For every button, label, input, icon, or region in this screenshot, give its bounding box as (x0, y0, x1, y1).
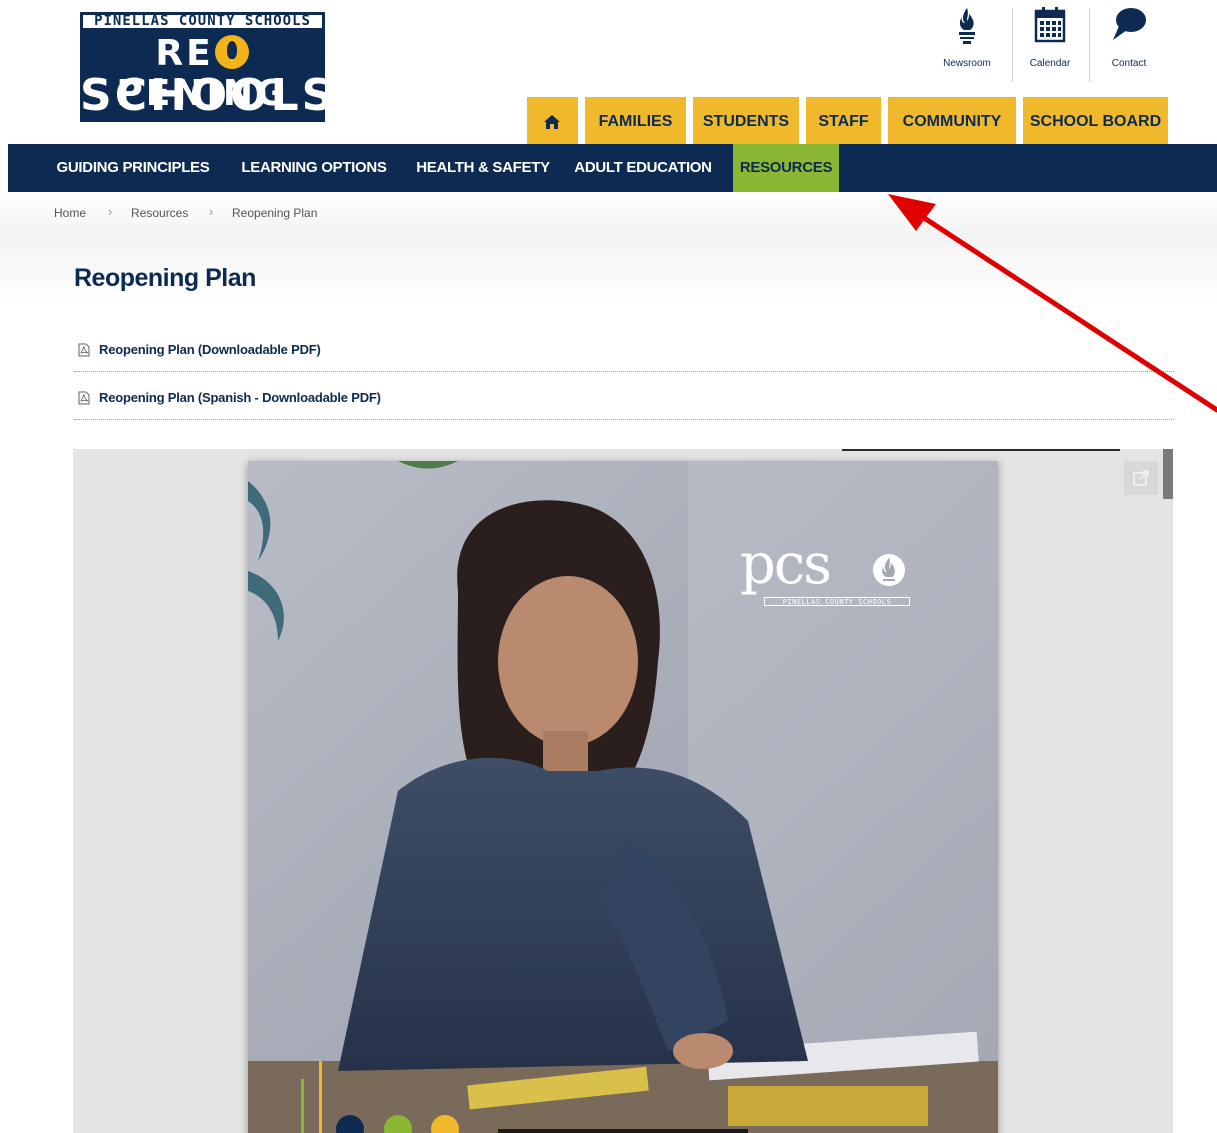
tab-families[interactable]: FAMILIES (585, 97, 686, 144)
main-navigation: GUIDING PRINCIPLES LEARNING OPTIONS HEAL… (8, 144, 1217, 192)
tab-school-board[interactable]: SCHOOL BOARD (1023, 97, 1168, 144)
logo-schools: SCHOOLS (80, 70, 337, 121)
newsroom-link[interactable]: Newsroom (931, 6, 1003, 70)
nav-resources[interactable]: RESOURCES (733, 144, 839, 192)
nav-adult-education[interactable]: ADULT EDUCATION (572, 144, 714, 192)
cover-logo-pcs: pcs (740, 532, 832, 597)
external-link-icon (1133, 470, 1149, 486)
tab-staff[interactable]: STAFF (806, 97, 881, 144)
nav-learning-options[interactable]: LEARNING OPTIONS (236, 144, 392, 192)
viewer-toolbar-edge (842, 449, 1120, 451)
nav-guiding-principles[interactable]: GUIDING PRINCIPLES (52, 144, 214, 192)
chevron-right-icon: › (209, 204, 214, 219)
pdf-icon (78, 391, 90, 405)
speech-bubble-icon (1113, 8, 1146, 40)
download-link-english[interactable]: Reopening Plan (Downloadable PDF) (74, 328, 1174, 372)
cover-logo-subtitle: PINELLAS COUNTY SCHOOLS (764, 597, 910, 606)
popout-button[interactable] (1124, 461, 1158, 495)
calendar-label: Calendar (1029, 58, 1071, 69)
logo-re: RE (155, 33, 214, 74)
breadcrumb-current: Reopening Plan (232, 206, 318, 220)
tab-students[interactable]: STUDENTS (693, 97, 799, 144)
flame-logo-icon (214, 35, 249, 69)
site-logo[interactable]: PINELLAS COUNTY SCHOOLS REPENING SCHOOLS (80, 12, 337, 122)
download-link-label[interactable]: Reopening Plan (Spanish - Downloadable P… (99, 390, 381, 405)
home-tab[interactable] (527, 97, 578, 144)
utility-divider (1089, 8, 1090, 82)
home-icon (544, 115, 560, 129)
calendar-link[interactable]: Calendar (1014, 6, 1086, 70)
pdf-cover-page: pcs PINELLAS COUNTY SCHOOLS (248, 461, 998, 1133)
nav-health-safety[interactable]: HEALTH & SAFETY (413, 144, 553, 192)
contact-link[interactable]: Contact (1093, 6, 1165, 70)
breadcrumb-home[interactable]: Home (54, 206, 86, 220)
download-link-label[interactable]: Reopening Plan (Downloadable PDF) (99, 342, 321, 357)
newsroom-label: Newsroom (943, 58, 991, 69)
utility-divider (1012, 8, 1013, 82)
page-title: Reopening Plan (74, 264, 256, 292)
cover-logo-flame-icon (873, 554, 905, 586)
contact-label: Contact (1111, 58, 1147, 69)
tab-community[interactable]: COMMUNITY (888, 97, 1016, 144)
breadcrumb-resources[interactable]: Resources (131, 206, 188, 220)
viewer-scrollbar[interactable] (1163, 449, 1173, 499)
download-link-spanish[interactable]: Reopening Plan (Spanish - Downloadable P… (74, 376, 1174, 420)
calendar-icon (1034, 7, 1066, 43)
pdf-viewer[interactable]: pcs PINELLAS COUNTY SCHOOLS (73, 449, 1173, 1133)
chevron-right-icon: › (108, 204, 113, 219)
pdf-icon (78, 343, 90, 357)
flame-icon (959, 8, 975, 44)
logo-district-name: PINELLAS COUNTY SCHOOLS (80, 12, 325, 31)
